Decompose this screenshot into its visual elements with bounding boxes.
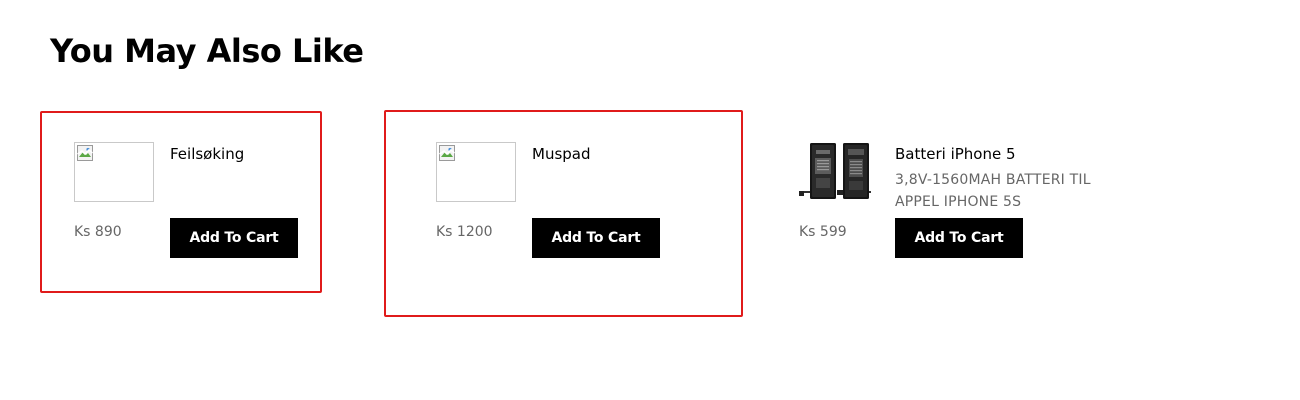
product-card: Batteri iPhone 5 3,8V-1560MAH BATTERI TI… bbox=[799, 142, 1129, 262]
product-card: Feilsøking Ks 890 Add To Cart bbox=[74, 142, 304, 262]
product-name[interactable]: Feilsøking bbox=[170, 144, 244, 164]
add-to-cart-button[interactable]: Add To Cart bbox=[532, 218, 660, 258]
broken-image-icon bbox=[439, 145, 456, 161]
add-to-cart-button[interactable]: Add To Cart bbox=[170, 218, 298, 258]
battery-image[interactable] bbox=[799, 142, 871, 200]
product-card: Muspad Ks 1200 Add To Cart bbox=[436, 142, 666, 262]
product-image[interactable] bbox=[436, 142, 516, 202]
product-name[interactable]: Batteri iPhone 5 bbox=[895, 144, 1016, 164]
page: You May Also Like Feilsøking Ks 890 Add … bbox=[0, 0, 1300, 400]
product-price: Ks 890 bbox=[74, 224, 122, 240]
add-to-cart-button[interactable]: Add To Cart bbox=[895, 218, 1023, 258]
product-description: 3,8V-1560MAH BATTERI TIL APPEL IPHONE 5S bbox=[895, 172, 1091, 210]
product-price: Ks 1200 bbox=[436, 224, 493, 240]
section-title: You May Also Like bbox=[50, 32, 364, 70]
broken-image-icon bbox=[77, 145, 94, 161]
product-name[interactable]: Muspad bbox=[532, 144, 591, 164]
product-price: Ks 599 bbox=[799, 224, 847, 240]
product-image[interactable] bbox=[74, 142, 154, 202]
